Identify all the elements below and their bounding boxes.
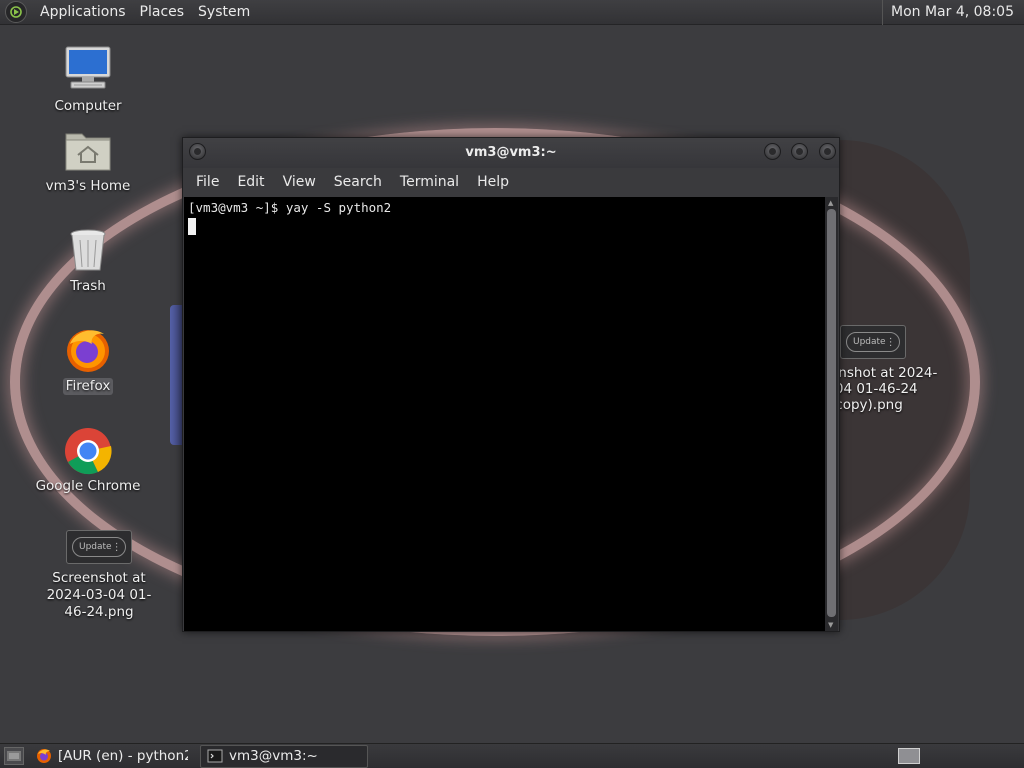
menu-view[interactable]: View xyxy=(274,174,325,190)
terminal-icon xyxy=(207,749,223,763)
distro-logo-icon[interactable] xyxy=(5,1,27,23)
desktop-icon-screenshot[interactable]: Update ⋮ Screenshot at 2024-03-04 01-46-2… xyxy=(34,530,164,621)
firefox-icon xyxy=(62,324,114,376)
terminal-window[interactable]: vm3@vm3:~ File Edit View Search Terminal… xyxy=(182,137,840,632)
workspace-switcher[interactable] xyxy=(898,748,920,764)
minimize-button[interactable] xyxy=(764,143,781,160)
applications-menu[interactable]: Applications xyxy=(33,0,133,25)
desktop-icon-computer[interactable]: Computer xyxy=(23,44,153,115)
desktop-icon-trash[interactable]: Trash xyxy=(23,224,153,295)
background-window-edge xyxy=(170,305,182,445)
image-file-icon: Update ⋮ xyxy=(66,530,132,564)
bottom-panel: [AUR (en) - python2 ... vm3@vm3:~ xyxy=(0,743,1024,768)
menu-help[interactable]: Help xyxy=(468,174,518,190)
system-menu[interactable]: System xyxy=(191,0,257,25)
maximize-button[interactable] xyxy=(791,143,808,160)
trash-icon xyxy=(62,224,114,276)
scroll-down-arrow-icon[interactable]: ▼ xyxy=(828,621,833,629)
terminal-scrollbar[interactable]: ▲ ▼ xyxy=(825,197,838,631)
taskbar-item-terminal[interactable]: vm3@vm3:~ xyxy=(200,744,368,768)
top-panel: Applications Places System Mon Mar 4, 08… xyxy=(0,0,1024,25)
show-desktop-button[interactable] xyxy=(4,747,24,765)
places-menu[interactable]: Places xyxy=(133,0,192,25)
desktop-icon-home[interactable]: vm3's Home xyxy=(23,124,153,195)
image-file-icon: Update ⋮ xyxy=(840,325,906,359)
window-title: vm3@vm3:~ xyxy=(465,145,557,160)
window-titlebar[interactable]: vm3@vm3:~ xyxy=(183,138,839,168)
desktop-icon-screenshot-copy[interactable]: Update ⋮ enshot at 2024- -04 01-46-24 (co… xyxy=(830,325,940,413)
chrome-icon xyxy=(62,424,114,476)
desktop-icon-chrome[interactable]: Google Chrome xyxy=(23,424,153,495)
scroll-up-arrow-icon[interactable]: ▲ xyxy=(828,199,833,207)
menu-edit[interactable]: Edit xyxy=(228,174,273,190)
computer-icon xyxy=(62,44,114,96)
menu-file[interactable]: File xyxy=(187,174,228,190)
home-folder-icon xyxy=(62,124,114,176)
scrollbar-thumb[interactable] xyxy=(827,209,836,617)
clock[interactable]: Mon Mar 4, 08:05 xyxy=(882,0,1024,25)
menu-terminal[interactable]: Terminal xyxy=(391,174,468,190)
terminal-output[interactable]: [vm3@vm3 ~]$ yay -S python2 xyxy=(184,197,826,631)
taskbar-item-firefox[interactable]: [AUR (en) - python2 ... xyxy=(30,745,194,768)
desktop-icon-firefox[interactable]: Firefox xyxy=(23,324,153,395)
terminal-prompt-line: [vm3@vm3 ~]$ yay -S python2 xyxy=(188,200,392,215)
terminal-cursor xyxy=(188,218,196,235)
menu-search[interactable]: Search xyxy=(325,174,391,190)
close-button[interactable] xyxy=(819,143,836,160)
terminal-menubar: File Edit View Search Terminal Help xyxy=(183,168,839,196)
firefox-icon xyxy=(37,749,51,763)
